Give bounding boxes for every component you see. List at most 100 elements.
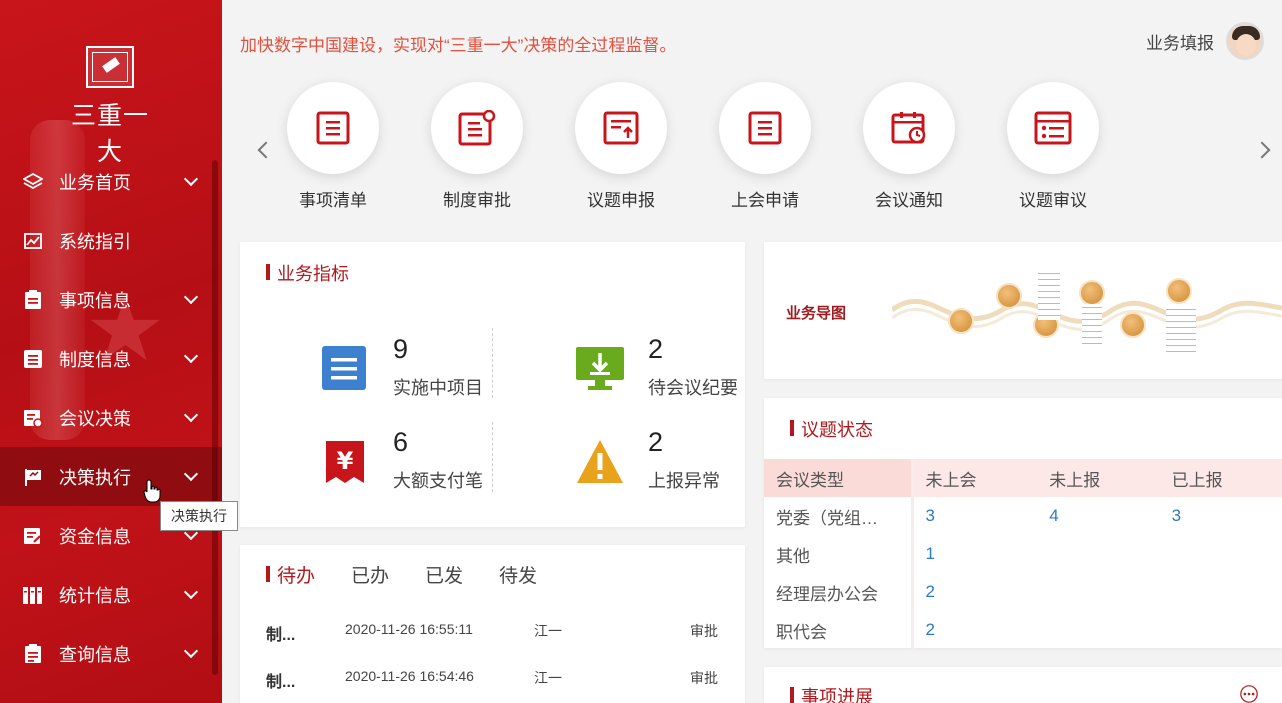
tab-pending-send[interactable]: 待发 (499, 561, 537, 588)
quick-nav-item-meeting-apply[interactable]: 上会申请 (705, 82, 825, 211)
quick-nav-circle (863, 82, 955, 174)
quick-nav-item-topic-report[interactable]: 议题申报 (561, 82, 681, 211)
sidebar-item-label: 业务首页 (59, 172, 131, 193)
avatar-face (1236, 34, 1256, 56)
column-header: 未上会 (912, 459, 1038, 497)
map-node (1120, 312, 1146, 338)
map-node (1079, 280, 1105, 306)
flag-icon (22, 466, 44, 488)
metric-value: 2 (648, 334, 664, 364)
status-table: 会议类型 未上会 未上报 已上报 党委（党组… 3 4 3 其他 1 经理层办公… (764, 459, 1282, 649)
tab-sent[interactable]: 已发 (425, 561, 463, 588)
sidebar-item-label: 事项信息 (59, 290, 131, 311)
metric-value: 6 (393, 427, 409, 457)
list-icon (22, 348, 44, 370)
meeting-type: 经理层办公会 (764, 573, 914, 611)
count-link[interactable]: 3 (1160, 497, 1282, 535)
progress-title: 事项进展 (790, 683, 873, 703)
tab-todo[interactable]: 待办 (266, 561, 315, 588)
chevron-left-icon[interactable] (257, 141, 275, 159)
list-doc-icon (748, 111, 782, 145)
chevron-down-icon (183, 466, 199, 482)
todo-time: 2020-11-26 16:54:46 (345, 668, 474, 684)
status-title: 议题状态 (790, 416, 873, 442)
sidebar-item-meetings[interactable]: 会议决策 (0, 388, 222, 447)
map-node-text (1038, 270, 1060, 320)
tab-done[interactable]: 已办 (351, 561, 389, 588)
sidebar-item-label: 统计信息 (59, 585, 131, 606)
count-link[interactable]: 2 (912, 573, 1037, 611)
table-row: 其他 1 (764, 535, 1282, 573)
count-link[interactable] (1037, 573, 1159, 611)
quick-nav: 事项清单 制度审批 议题申报 上会申请 会议通知 议题审议 (240, 78, 1282, 213)
clipboard-icon (22, 643, 44, 665)
count-link[interactable]: 2 (912, 611, 1037, 649)
sidebar-item-guide[interactable]: 系统指引 (0, 211, 222, 270)
quick-nav-label: 制度审批 (443, 191, 511, 210)
quick-nav-item-rule-approval[interactable]: 制度审批 (417, 82, 537, 211)
sidebar-item-execution[interactable]: 决策执行 (0, 447, 222, 506)
books-icon (22, 584, 44, 606)
map-node-text (1082, 304, 1102, 344)
table-row: 党委（党组… 3 4 3 (764, 497, 1282, 535)
count-link[interactable] (1160, 611, 1282, 649)
sidebar-item-label: 查询信息 (59, 644, 131, 665)
column-header: 会议类型 (764, 459, 914, 497)
quick-nav-circle (287, 82, 379, 174)
avatar[interactable] (1226, 22, 1264, 60)
sidebar-item-label: 资金信息 (59, 526, 131, 547)
sidebar-item-home[interactable]: 业务首页 (0, 152, 222, 211)
calendar-clock-icon (891, 112, 926, 144)
count-link[interactable]: 4 (1037, 497, 1159, 535)
table-row[interactable]: 制... 2020-11-26 16:54:46 江一 审批 (266, 668, 736, 692)
todo-tabs: 待办 已办 已发 待发 (266, 561, 573, 588)
todo-time: 2020-11-26 16:55:11 (345, 621, 473, 637)
metric-payments[interactable]: ¥ 6 大额支付笔 (320, 427, 520, 507)
quick-nav-circle (1007, 82, 1099, 174)
quick-nav-item-topic-review[interactable]: 议题审议 (993, 82, 1113, 211)
quick-nav-label: 议题申报 (587, 191, 655, 210)
count-link[interactable]: 1 (912, 535, 1037, 573)
column-header: 已上报 (1159, 459, 1282, 497)
quick-nav-item-matter-list[interactable]: 事项清单 (273, 82, 393, 211)
progress-card: 事项进展 (764, 667, 1282, 703)
count-link[interactable] (1160, 535, 1282, 573)
more-icon[interactable] (1238, 685, 1260, 703)
sidebar-scrollbar[interactable] (212, 160, 218, 675)
sidebar-item-stats[interactable]: 统计信息 (0, 565, 222, 624)
count-link[interactable] (1037, 535, 1159, 573)
sidebar-item-matters[interactable]: 事项信息 (0, 270, 222, 329)
sidebar-item-label: 会议决策 (59, 408, 131, 429)
warning-icon (577, 440, 623, 483)
user-bar: 业务填报 (1146, 22, 1264, 60)
todo-name: 制... (266, 627, 296, 644)
count-link[interactable] (1037, 611, 1159, 649)
count-link[interactable] (1160, 573, 1282, 611)
chevron-down-icon (183, 407, 199, 423)
chevron-down-icon (183, 584, 199, 600)
metric-label: 上报异常 (648, 471, 720, 491)
slogan: 加快数字中国建设，实现对“三重一大”决策的全过程监督。 (240, 36, 677, 55)
sidebar-item-rules[interactable]: 制度信息 (0, 329, 222, 388)
sidebar-item-label: 决策执行 (59, 467, 131, 488)
sidebar-item-query[interactable]: 查询信息 (0, 624, 222, 683)
edit-doc-icon (22, 525, 44, 547)
metric-projects[interactable]: 9 实施中项目 (320, 334, 520, 414)
map-node-text (1166, 306, 1196, 352)
quick-nav-item-meeting-notice[interactable]: 会议通知 (849, 82, 969, 211)
chevron-down-icon (183, 643, 199, 659)
chevron-right-icon[interactable] (1253, 141, 1271, 159)
map-node (948, 308, 974, 334)
review-list-icon (1034, 111, 1072, 145)
quick-nav-circle (575, 82, 667, 174)
user-role-label[interactable]: 业务填报 (1146, 29, 1214, 54)
metric-exceptions[interactable]: 2 上报异常 (575, 427, 775, 507)
metric-minutes[interactable]: 2 待会议纪要 (575, 334, 775, 414)
table-row[interactable]: 制... 2020-11-26 16:55:11 江一 审批 (266, 621, 736, 645)
tooltip: 决策执行 (160, 501, 238, 531)
chevron-down-icon (183, 171, 199, 187)
count-link[interactable]: 3 (912, 497, 1037, 535)
monitor-download-icon (576, 347, 624, 390)
business-map-card[interactable]: 业务导图 (764, 242, 1282, 379)
topic-status-card: 议题状态 会议类型 未上会 未上报 已上报 党委（党组… 3 4 3 其他 1 (764, 398, 1282, 649)
